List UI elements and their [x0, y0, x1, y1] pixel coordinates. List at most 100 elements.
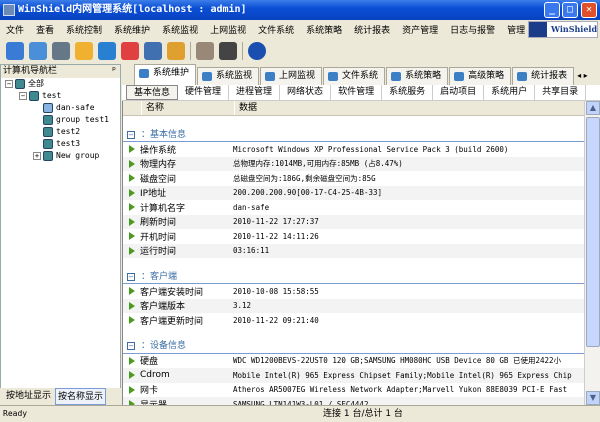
tab-module[interactable]: 系统策略: [386, 67, 449, 85]
menu-item[interactable]: 文件系统: [258, 23, 294, 36]
row-arrow-icon: [129, 232, 135, 241]
tree-expander[interactable]: −: [5, 80, 13, 88]
row-value: 200.200.200.90[00-17-C4-25-4B-33]: [233, 188, 383, 198]
menu-bar: 文件 查看 系统控制 系统维护 系统监视 上网监视 文件系统 系统策略 统计报表 资产管理 日志与报…: [0, 20, 600, 39]
table-row[interactable]: 硬盘 WDC WD1200BEVS-22UST0 120 GB;SAMSUNG H…: [123, 354, 584, 369]
subtab[interactable]: 启动项目: [433, 85, 485, 100]
subtab[interactable]: 基本信息: [126, 85, 179, 100]
menu-item[interactable]: 系统监视: [162, 23, 198, 36]
scroll-thumb[interactable]: [586, 117, 600, 347]
server-icon[interactable]: [196, 42, 214, 60]
tab-module[interactable]: 文件系统: [323, 67, 386, 85]
table-row[interactable]: 计算机名字 dan-safe: [123, 200, 584, 215]
table-row[interactable]: 显示器SAMSUNG LTN141W3-L01 / SEC4442: [123, 397, 584, 405]
tab-label: 系统维护: [153, 68, 190, 78]
scroll-down-button[interactable]: ▼: [586, 391, 600, 405]
maximize-button[interactable]: □: [562, 2, 578, 18]
show-by-address-button[interactable]: 按地址显示: [4, 388, 53, 405]
chart-icon[interactable]: [121, 42, 139, 60]
section-header[interactable]: − ：设备信息: [123, 340, 584, 354]
tree-expander[interactable]: +: [33, 152, 41, 160]
tab-label: 文件系统: [342, 71, 379, 81]
menu-item[interactable]: 查看: [36, 23, 54, 36]
tab-module[interactable]: 系统监视: [197, 67, 260, 85]
row-value: Atheros AR5007EG Wireless Network Adapte…: [233, 385, 568, 395]
tree-node-label: group test1: [56, 115, 109, 124]
collapse-icon[interactable]: −: [127, 130, 135, 139]
tree-node[interactable]: − 全部: [1, 78, 120, 90]
subtab[interactable]: 网络状态: [280, 85, 332, 100]
table-row[interactable]: 客户端更新时间 2010-11-22 09:21:40: [123, 313, 584, 328]
table-row[interactable]: 物理内存 总物理内存:1014MB,可用内存:85MB (占8.47%): [123, 156, 584, 171]
tab-scroll-arrows[interactable]: ◂ ▸: [577, 67, 588, 85]
row-arrow-icon: [129, 145, 135, 154]
row-name: Cdrom: [140, 370, 170, 381]
row-value: 2010-11-22 17:27:37: [233, 217, 319, 227]
tab-label: 统计报表: [531, 71, 568, 81]
table-row[interactable]: 运行时间 03:16:11: [123, 243, 584, 258]
row-value: 3.12: [233, 301, 252, 311]
collapse-icon[interactable]: −: [127, 272, 135, 281]
table-row[interactable]: 磁盘空间 总磁盘空间为:186G,剩余磁盘空间为:85G: [123, 171, 584, 186]
folder-icon[interactable]: [75, 42, 93, 60]
menu-item[interactable]: 系统维护: [114, 23, 150, 36]
tree-node[interactable]: − test: [1, 90, 120, 102]
tab-module[interactable]: 高级策略: [449, 67, 512, 85]
monitor-icon[interactable]: [29, 42, 47, 60]
subtab[interactable]: 共享目录: [535, 85, 587, 100]
subtab[interactable]: 系统服务: [382, 85, 434, 100]
row-name: 计算机名字: [140, 203, 186, 214]
table-row[interactable]: 客户端版本 3.12: [123, 298, 584, 313]
menu-item[interactable]: 系统策略: [306, 23, 342, 36]
table-row[interactable]: 刷新时间 2010-11-22 17:27:37: [123, 214, 584, 229]
alert-icon[interactable]: [167, 42, 185, 60]
table-row[interactable]: 操作系统 Microsoft Windows XP Professional Se…: [123, 142, 584, 157]
doc-icon[interactable]: [144, 42, 162, 60]
remote-control-icon[interactable]: [6, 42, 24, 60]
section-header[interactable]: − ：基本信息: [123, 128, 584, 142]
tree-expander[interactable]: −: [19, 92, 27, 100]
menu-item[interactable]: 管理: [507, 23, 525, 36]
tab-module[interactable]: 上网监视: [260, 67, 323, 85]
winshield-logo: WinShield: [528, 21, 598, 38]
tree-node[interactable]: dan-safe: [1, 102, 120, 114]
user-icon[interactable]: [219, 42, 237, 60]
ie-icon[interactable]: [98, 42, 116, 60]
subtab[interactable]: 软件管理: [331, 85, 383, 100]
tab-label: 高级策略: [468, 71, 505, 81]
column-data[interactable]: 数据: [234, 101, 257, 115]
network-icon[interactable]: [52, 42, 70, 60]
tab-module[interactable]: 统计报表: [512, 67, 575, 85]
tree-node[interactable]: test3: [1, 138, 120, 150]
tab-icon: [328, 72, 339, 81]
scroll-up-button[interactable]: ▲: [586, 101, 600, 115]
help-icon[interactable]: [248, 42, 266, 60]
row-arrow-icon: [129, 159, 135, 168]
menu-item[interactable]: 统计报表: [354, 23, 390, 36]
subtab[interactable]: 进程管理: [229, 85, 281, 100]
minimize-button[interactable]: _: [544, 2, 560, 18]
table-row[interactable]: Cdrom Mobile Intel(R) 965 Express Chipset…: [123, 368, 584, 383]
tab-module[interactable]: 系统维护: [134, 64, 197, 85]
tree-node[interactable]: test2: [1, 126, 120, 138]
section-header[interactable]: − ：客户端: [123, 270, 584, 284]
table-row[interactable]: 网卡 Atheros AR5007EG Wireless Network Adap…: [123, 383, 584, 398]
menu-item[interactable]: 上网监视: [210, 23, 246, 36]
tree-node[interactable]: group test1: [1, 114, 120, 126]
table-row[interactable]: 开机时间 2010-11-22 14:11:26: [123, 229, 584, 244]
column-name[interactable]: 名称: [141, 101, 234, 115]
vertical-scrollbar[interactable]: ▲ ▼: [584, 101, 600, 405]
menu-item[interactable]: 系统控制: [66, 23, 102, 36]
table-row[interactable]: IP地址 200.200.200.90[00-17-C4-25-4B-33]: [123, 185, 584, 200]
subtab[interactable]: 硬件管理: [178, 85, 230, 100]
pin-icon[interactable]: ᵖ: [112, 65, 116, 78]
table-row[interactable]: 客户端安装时间 2010-10-08 15:58:55: [123, 284, 584, 299]
show-by-name-button[interactable]: 按名称显示: [55, 388, 107, 405]
tree-node[interactable]: + New group: [1, 150, 120, 162]
menu-item[interactable]: 文件: [6, 23, 24, 36]
menu-item[interactable]: 日志与报警: [450, 23, 495, 36]
collapse-icon[interactable]: −: [127, 342, 135, 350]
subtab[interactable]: 系统用户: [484, 85, 536, 100]
close-button[interactable]: ✕: [581, 2, 597, 18]
menu-item[interactable]: 资产管理: [402, 23, 438, 36]
